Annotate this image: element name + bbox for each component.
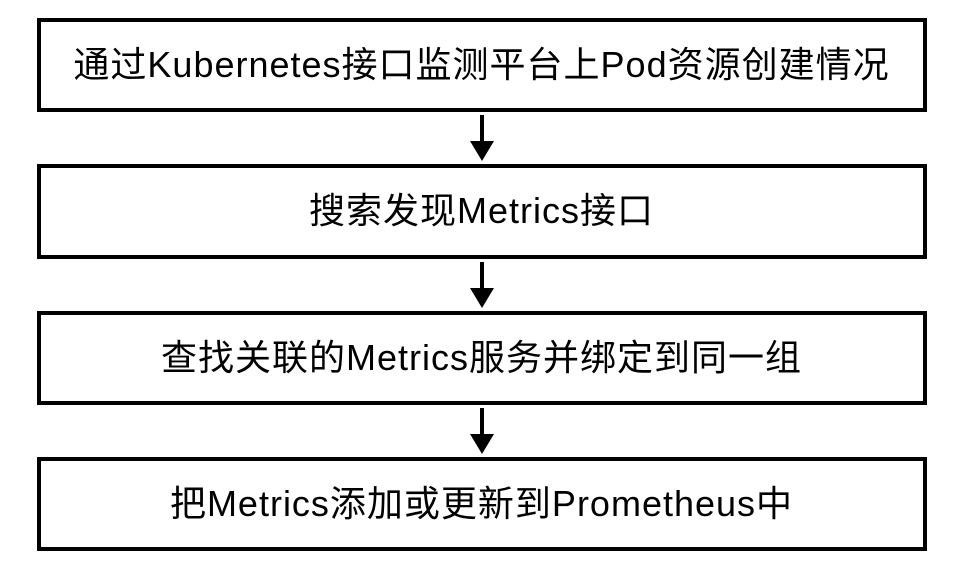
arrow-line-icon — [480, 115, 484, 141]
arrow-2 — [470, 262, 494, 308]
arrow-1 — [470, 115, 494, 161]
flow-step-3-text: 查找关联的Metrics服务并绑定到同一组 — [161, 337, 802, 378]
arrow-head-icon — [470, 434, 494, 454]
flowchart-container: 通过Kubernetes接口监测平台上Pod资源创建情况 搜索发现Metrics… — [20, 18, 943, 552]
flow-step-1: 通过Kubernetes接口监测平台上Pod资源创建情况 — [37, 18, 927, 112]
arrow-line-icon — [480, 408, 484, 434]
arrow-head-icon — [470, 141, 494, 161]
flow-step-4: 把Metrics添加或更新到Prometheus中 — [37, 457, 927, 551]
arrow-line-icon — [480, 262, 484, 288]
arrow-3 — [470, 408, 494, 454]
flow-step-3: 查找关联的Metrics服务并绑定到同一组 — [37, 311, 927, 405]
flow-step-2-text: 搜索发现Metrics接口 — [309, 190, 654, 231]
flow-step-2: 搜索发现Metrics接口 — [37, 164, 927, 258]
arrow-head-icon — [470, 288, 494, 308]
flow-step-1-text: 通过Kubernetes接口监测平台上Pod资源创建情况 — [73, 44, 889, 85]
flow-step-4-text: 把Metrics添加或更新到Prometheus中 — [170, 483, 793, 524]
